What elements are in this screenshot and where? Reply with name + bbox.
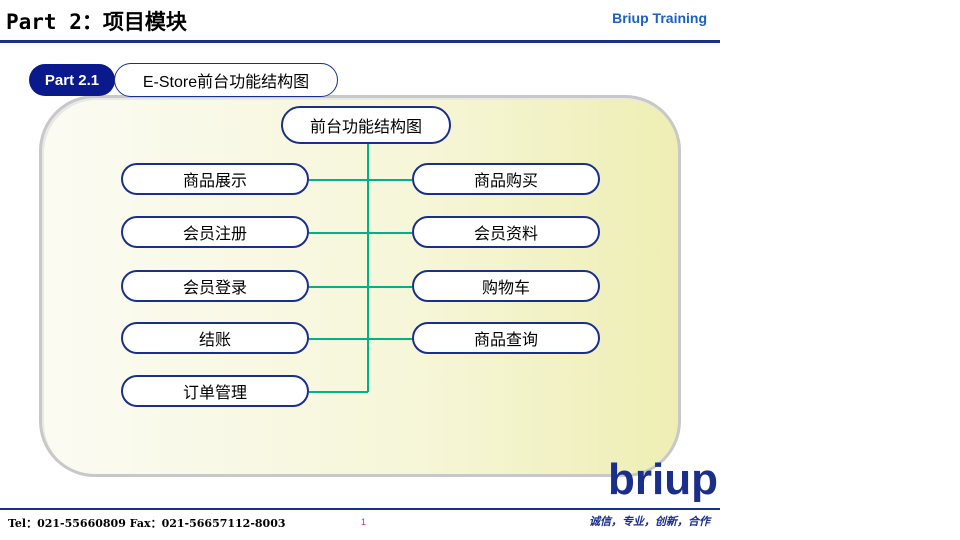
node-order-management: 订单管理 xyxy=(121,375,309,407)
page-number: 1 xyxy=(361,517,367,527)
node-product-display: 商品展示 xyxy=(121,163,309,195)
node-checkout: 结账 xyxy=(121,322,309,354)
node-member-profile: 会员资料 xyxy=(412,216,600,248)
briup-logo: briup xyxy=(608,455,718,502)
node-member-register: 会员注册 xyxy=(121,216,309,248)
footer-contact: Tel：021-55660809 Fax：021-56657112-8003 xyxy=(8,517,286,530)
node-shopping-cart: 购物车 xyxy=(412,270,600,302)
footer-divider xyxy=(0,508,720,510)
node-product-search: 商品查询 xyxy=(412,322,600,354)
root-node: 前台功能结构图 xyxy=(281,106,451,144)
node-product-purchase: 商品购买 xyxy=(412,163,600,195)
node-member-login: 会员登录 xyxy=(121,270,309,302)
footer-slogan: 诚信，专业，创新，合作 xyxy=(589,515,710,528)
svg-text:briup: briup xyxy=(608,455,718,502)
